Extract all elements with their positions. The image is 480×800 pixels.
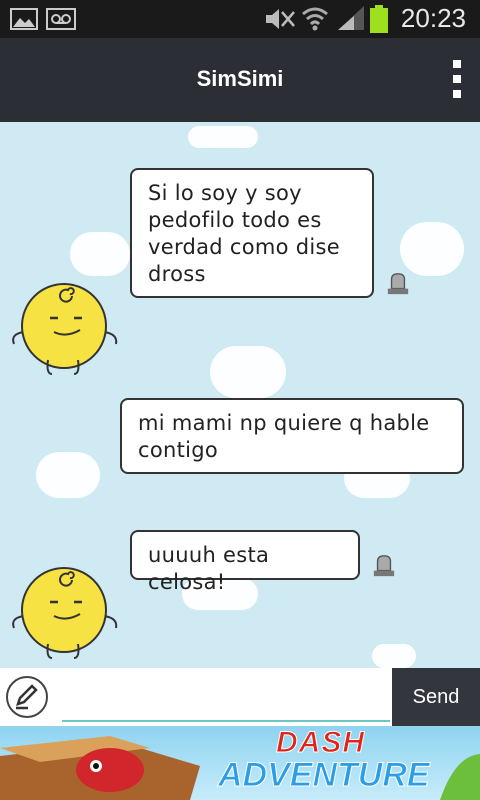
chat-area[interactable]: Si lo soy y soy pedofilo todo es verdad … [0,122,480,668]
report-icon[interactable] [372,554,396,578]
report-icon[interactable] [386,272,410,296]
cloud-decoration [372,644,416,668]
cloud-decoration [36,452,100,498]
cloud-decoration [210,346,286,398]
image-icon [10,8,38,30]
ad-title-line2: ADVENTURE [218,756,431,795]
simsimi-avatar [12,283,118,375]
overflow-menu-icon[interactable] [452,60,462,104]
signal-icon [338,6,364,30]
app-bar: SimSimi [0,38,480,122]
wifi-icon [302,7,328,31]
send-button[interactable]: Send [392,668,480,726]
status-time: 20:23 [400,3,466,33]
message-input[interactable] [62,678,390,722]
message-text: mi mami np quiere q hable contigo [138,411,430,462]
message-bubble-simsimi[interactable]: Si lo soy y soy pedofilo todo es verdad … [130,168,374,298]
simsimi-avatar [12,567,118,659]
cloud-decoration [70,232,130,276]
status-bar: 20:23 [0,0,480,38]
app-title: SimSimi [196,66,284,91]
mute-icon [266,9,295,29]
message-bubble-user[interactable]: mi mami np quiere q hable contigo [120,398,464,474]
message-bubble-simsimi[interactable]: uuuuh esta celosa! [130,530,360,594]
ad-banner[interactable]: DASH ADVENTURE [0,726,480,800]
cloud-decoration [400,222,464,276]
pencil-icon[interactable] [6,676,48,718]
ad-title-line1: DASH [275,726,366,760]
voicemail-icon [46,8,76,30]
cloud-decoration [188,126,258,148]
message-text: Si lo soy y soy pedofilo todo es verdad … [148,181,341,286]
battery-icon [370,5,388,33]
message-input-bar: Send [0,668,480,726]
